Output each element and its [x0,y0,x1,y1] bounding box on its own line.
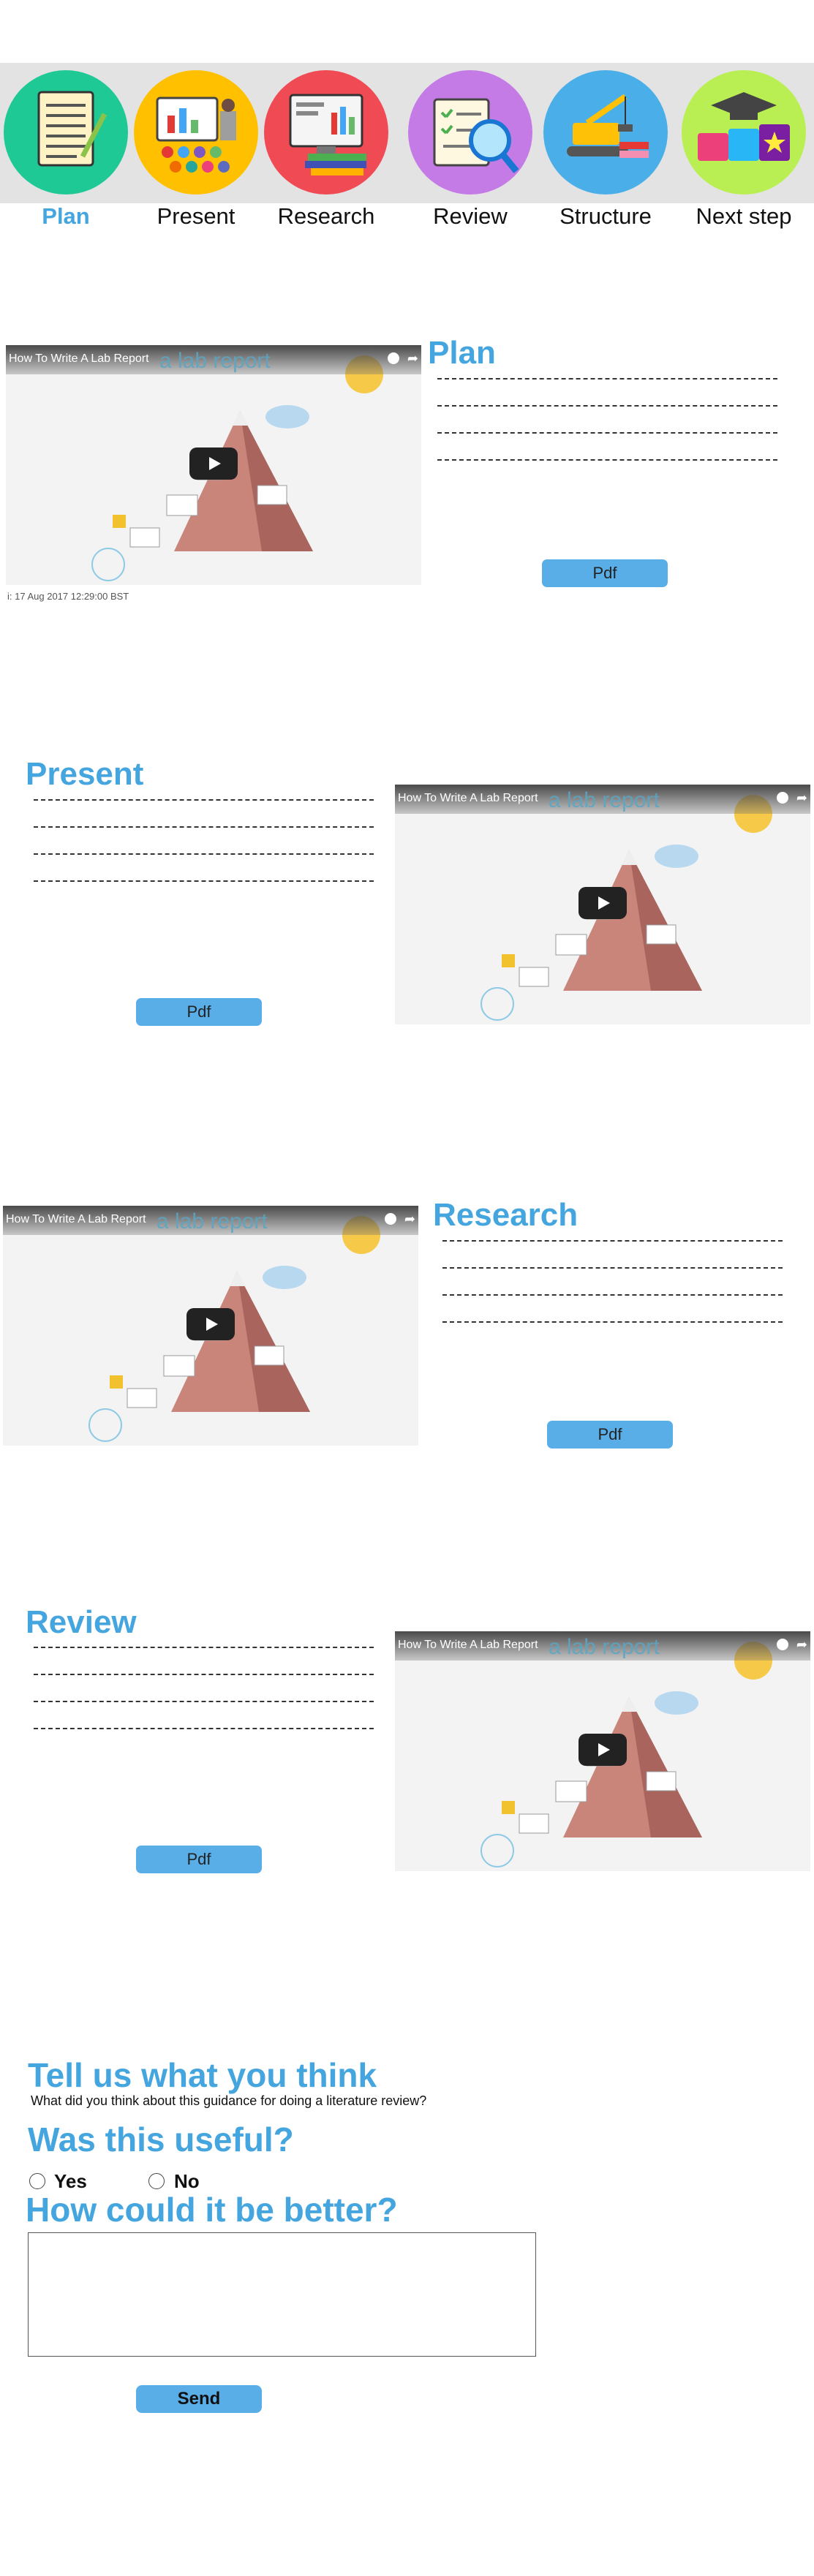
nav-item-next-step[interactable]: Next step [679,70,808,230]
no-label[interactable]: No [174,2170,200,2193]
video-title[interactable]: How To Write A Lab Report [398,1639,538,1652]
video-title[interactable]: How To Write A Lab Report [6,1213,146,1226]
useful-heading: Was this useful? [28,2120,294,2158]
nav-item-structure[interactable]: Structure [541,70,670,230]
nav-item-present[interactable]: Present [132,70,260,230]
clock-icon[interactable] [385,1213,396,1225]
text-placeholder-line [34,853,374,855]
nav-item-plan[interactable]: Plan [1,70,130,230]
play-button[interactable] [189,447,238,480]
section-heading-plan: Plan [428,335,496,371]
presentation-icon [134,70,258,194]
video-watermark: a lab report [159,349,271,373]
clock-icon[interactable] [777,1639,788,1650]
nav-label: Structure [559,203,652,229]
video-player-review[interactable]: How To Write A Lab Report a lab report ➦ [395,1631,810,1871]
share-arrow-icon[interactable]: ➦ [407,351,418,366]
text-placeholder-line [34,1728,374,1729]
pdf-button-present[interactable]: Pdf [136,998,262,1026]
clock-icon[interactable] [777,792,788,804]
text-placeholder-line [34,826,374,828]
nav-item-review[interactable]: Review [406,70,535,230]
video-player-present[interactable]: How To Write A Lab Report a lab report ➦ [395,785,810,1024]
feedback-textarea[interactable] [28,2232,536,2357]
text-placeholder-line [437,432,777,434]
section-heading-review: Review [26,1604,137,1640]
send-button[interactable]: Send [136,2385,262,2413]
text-placeholder-line [34,1647,374,1648]
nav-label: Present [157,203,235,229]
pdf-button-review[interactable]: Pdf [136,1846,262,1873]
text-placeholder-line [442,1321,783,1323]
section-heading-research: Research [433,1197,579,1233]
video-title[interactable]: How To Write A Lab Report [9,352,149,366]
share-arrow-icon[interactable]: ➦ [796,790,807,806]
video-date: i: 17 Aug 2017 12:29:00 BST [7,591,129,602]
play-button[interactable] [579,1734,627,1766]
video-player-research[interactable]: How To Write A Lab Report a lab report ➦ [3,1206,418,1446]
video-watermark: a lab report [157,1209,268,1234]
feedback-question: What did you think about this guidance f… [31,2093,427,2108]
text-placeholder-line [34,799,374,801]
section-heading-present: Present [26,756,144,792]
text-placeholder-line [34,1701,374,1702]
nav-label: Review [433,203,508,229]
yes-radio[interactable] [29,2173,45,2189]
pdf-button-research[interactable]: Pdf [547,1421,673,1448]
text-placeholder-line [442,1240,783,1242]
text-placeholder-line [34,880,374,882]
text-placeholder-line [437,405,777,407]
video-title[interactable]: How To Write A Lab Report [398,792,538,805]
video-watermark: a lab report [549,1635,660,1659]
text-placeholder-line [437,459,777,461]
play-button[interactable] [579,887,627,919]
share-arrow-icon[interactable]: ➦ [796,1637,807,1653]
video-watermark: a lab report [549,788,660,812]
magnifier-checklist-icon [408,70,532,194]
clock-icon[interactable] [388,352,399,364]
pdf-button-plan[interactable]: Pdf [542,559,668,587]
text-placeholder-line [442,1267,783,1269]
video-player-plan[interactable]: How To Write A Lab Report a lab report ➦ [6,345,421,585]
yes-label[interactable]: Yes [54,2170,87,2193]
text-placeholder-line [442,1294,783,1296]
nav-item-research[interactable]: Research [262,70,391,230]
better-heading: How could it be better? [26,2191,398,2229]
nav-label: Research [277,203,375,229]
nav-label: Plan [42,203,90,229]
feedback-heading: Tell us what you think [28,2056,377,2094]
no-radio[interactable] [148,2173,165,2189]
nav-label: Next step [696,203,792,229]
play-button[interactable] [186,1308,235,1340]
share-arrow-icon[interactable]: ➦ [404,1212,415,1227]
text-placeholder-line [437,378,777,379]
clipboard-icon [4,70,128,194]
crane-icon [543,70,668,194]
graduation-cap-icon [682,70,806,194]
computer-books-icon [264,70,388,194]
text-placeholder-line [34,1674,374,1675]
